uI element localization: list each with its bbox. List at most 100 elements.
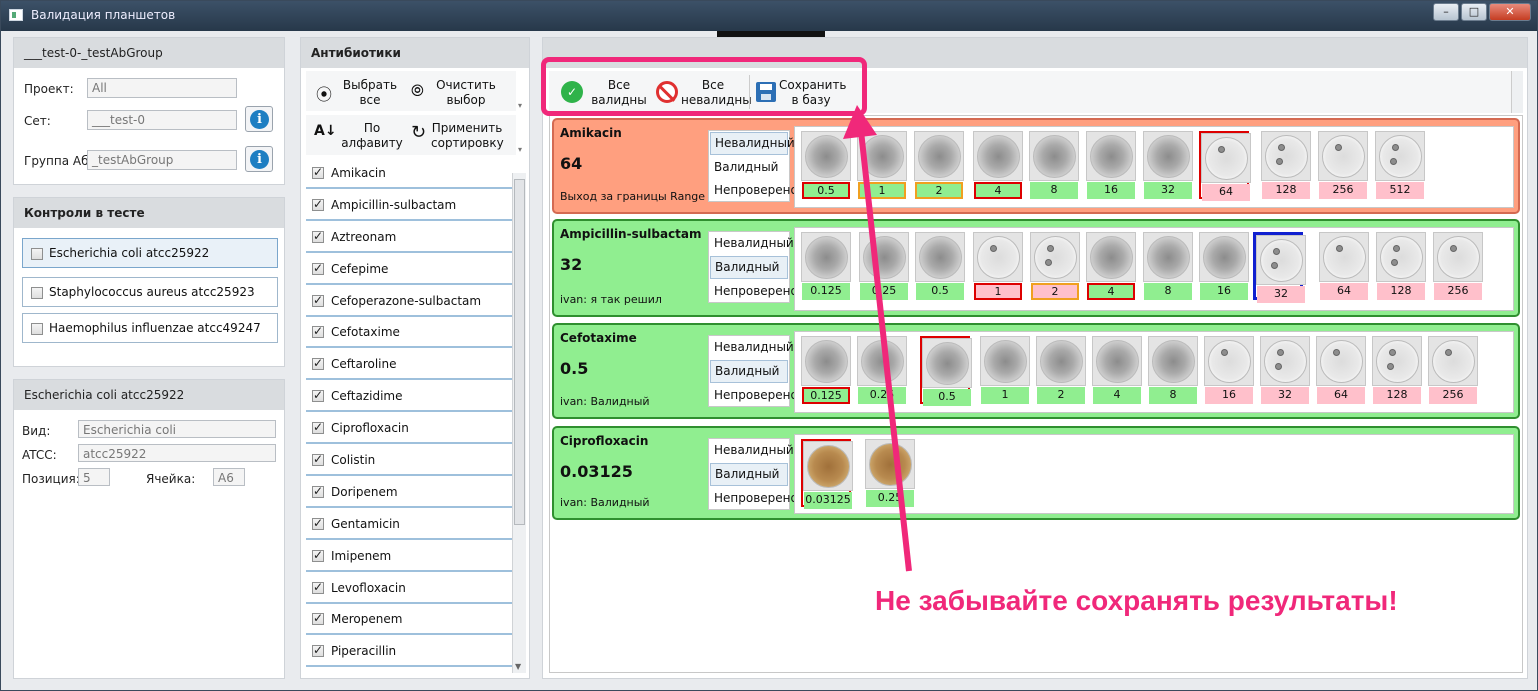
well[interactable]: 4 <box>1086 232 1136 300</box>
control-checkbox[interactable] <box>31 323 43 335</box>
well[interactable]: 256 <box>1428 336 1478 404</box>
well[interactable]: 128 <box>1372 336 1422 404</box>
status-selector[interactable]: Невалидный Валидный Непроверено <box>708 130 798 202</box>
minimize-button[interactable]: – <box>1433 3 1459 21</box>
clear-selection-button[interactable]: Очистить выбор <box>431 78 501 108</box>
antibiotic-checkbox[interactable] <box>312 611 324 626</box>
well[interactable]: 0.5 <box>920 336 972 406</box>
well[interactable]: 8 <box>1143 232 1193 300</box>
sort-alpha-button[interactable]: По алфавиту <box>341 121 403 151</box>
close-button[interactable]: ✕ <box>1489 3 1531 21</box>
well[interactable]: 8 <box>1148 336 1198 404</box>
antibiotic-item[interactable]: Doripenem <box>306 477 512 508</box>
well[interactable]: 256 <box>1433 232 1483 300</box>
antibiotic-item[interactable]: Gentamicin <box>306 509 512 540</box>
well[interactable]: 16 <box>1204 336 1254 404</box>
status-option[interactable]: Непроверено <box>709 280 798 303</box>
status-option[interactable]: Невалидный <box>709 232 794 255</box>
antibiotic-checkbox[interactable] <box>312 293 324 307</box>
well[interactable]: 8 <box>1029 131 1079 199</box>
status-option[interactable]: Валидный <box>710 256 788 279</box>
antibiotic-item[interactable]: Colistin <box>306 446 512 477</box>
well[interactable]: 128 <box>1261 131 1311 199</box>
antibiotic-checkbox[interactable] <box>312 356 324 371</box>
well[interactable]: 4 <box>973 131 1023 199</box>
select-all-button[interactable]: Выбрать все <box>339 78 401 108</box>
toolbar-overflow-icon[interactable]: ▾ <box>518 101 527 110</box>
atcc-field[interactable]: atcc25922 <box>78 444 276 462</box>
well[interactable]: 0.5 <box>915 232 965 300</box>
well[interactable]: 16 <box>1199 232 1249 300</box>
antibiotic-checkbox[interactable] <box>312 324 324 339</box>
status-option[interactable]: Невалидный <box>710 132 795 155</box>
well[interactable]: 2 <box>1036 336 1086 404</box>
well[interactable]: 32 <box>1260 336 1310 404</box>
group-field[interactable]: _testAbGroup <box>87 150 237 170</box>
status-option[interactable]: Непроверено <box>709 384 798 407</box>
antibiotic-item[interactable]: Cefoperazone-sulbactam <box>306 286 512 317</box>
antibiotics-scrollbar[interactable]: ▼ <box>512 173 526 673</box>
antibiotic-item[interactable]: Ceftazidime <box>306 382 512 413</box>
cell-field[interactable]: A6 <box>213 468 245 486</box>
antibiotic-item[interactable]: Piperacillin <box>306 637 512 668</box>
well[interactable]: 2 <box>914 131 964 199</box>
well[interactable]: 32 <box>1143 131 1193 199</box>
antibiotic-checkbox[interactable] <box>312 420 324 435</box>
antibiotic-item[interactable]: Amikacin <box>306 159 512 189</box>
toolbar-overflow-icon[interactable]: ▾ <box>518 145 527 154</box>
well[interactable]: 64 <box>1319 232 1369 300</box>
well[interactable]: 1 <box>980 336 1030 404</box>
well[interactable]: 128 <box>1376 232 1426 300</box>
status-option[interactable]: Валидный <box>709 156 789 179</box>
antibiotic-item[interactable]: Cefotaxime <box>306 318 512 349</box>
status-option[interactable]: Валидный <box>710 360 788 383</box>
well[interactable]: 1 <box>973 232 1023 300</box>
well[interactable]: 4 <box>1092 336 1142 404</box>
antibiotic-result-card[interactable]: Ciprofloxacin 0.03125 ivan: Валидный Невали… <box>552 426 1520 520</box>
well[interactable]: 64 <box>1199 131 1251 201</box>
scroll-down-icon[interactable]: ▼ <box>515 662 521 671</box>
well[interactable]: 64 <box>1316 336 1366 404</box>
status-option[interactable]: Валидный <box>710 463 788 486</box>
control-item[interactable]: Haemophilus influenzae atcc49247 <box>22 313 278 343</box>
well[interactable]: 256 <box>1318 131 1368 199</box>
title-bar[interactable]: Валидация планшетов – □ ✕ <box>1 1 1537 31</box>
antibiotic-item[interactable]: Cefepime <box>306 254 512 285</box>
control-item[interactable]: Escherichia coli atcc25922 <box>22 238 278 268</box>
set-field[interactable]: ___test-0 <box>87 110 237 130</box>
antibiotic-checkbox[interactable] <box>312 484 324 498</box>
scrollbar-thumb[interactable] <box>514 179 525 525</box>
status-selector[interactable]: Невалидный Валидный Непроверено <box>708 335 798 407</box>
maximize-button[interactable]: □ <box>1461 3 1487 21</box>
status-selector[interactable]: Невалидный Валидный Непроверено <box>708 231 798 303</box>
antibiotic-checkbox[interactable] <box>312 388 324 403</box>
antibiotic-item[interactable]: Meropenem <box>306 605 512 636</box>
antibiotic-item[interactable]: Aztreonam <box>306 222 512 253</box>
well[interactable]: 512 <box>1375 131 1425 199</box>
antibiotic-item[interactable]: Ampicillin-sulbactam <box>306 190 512 221</box>
control-item[interactable]: Staphylococcus aureus atcc25923 <box>22 277 278 307</box>
antibiotic-checkbox[interactable] <box>312 580 324 594</box>
control-checkbox[interactable] <box>31 287 43 299</box>
antibiotic-result-card[interactable]: Amikacin 64 Выход за границы Range Невалидн… <box>552 118 1520 214</box>
status-option[interactable]: Невалидный <box>709 336 794 359</box>
project-field[interactable]: All <box>87 78 237 98</box>
main-toolbar-overflow[interactable] <box>1511 71 1523 113</box>
status-selector[interactable]: Невалидный Валидный Непроверено <box>708 438 798 510</box>
antibiotic-item[interactable]: Levofloxacin <box>306 573 512 604</box>
antibiotic-checkbox[interactable] <box>312 548 324 562</box>
well[interactable]: 2 <box>1030 232 1080 300</box>
species-field[interactable]: Escherichia coli <box>78 420 276 438</box>
antibiotic-checkbox[interactable] <box>312 229 324 243</box>
antibiotic-item[interactable]: Ceftaroline <box>306 350 512 381</box>
antibiotic-checkbox[interactable] <box>312 452 324 467</box>
well[interactable]: 32 <box>1253 232 1306 303</box>
antibiotic-item[interactable]: Ciprofloxacin <box>306 414 512 445</box>
antibiotic-checkbox[interactable] <box>312 261 324 275</box>
status-option[interactable]: Невалидный <box>709 439 794 462</box>
antibiotic-checkbox[interactable] <box>312 643 324 658</box>
antibiotic-result-card[interactable]: Cefotaxime 0.5 ivan: Валидный Невалидный Вал… <box>552 323 1520 419</box>
apply-sort-button[interactable]: Применить сортировку <box>431 121 504 151</box>
group-info-button[interactable]: i <box>245 146 273 172</box>
set-info-button[interactable]: i <box>245 106 273 132</box>
